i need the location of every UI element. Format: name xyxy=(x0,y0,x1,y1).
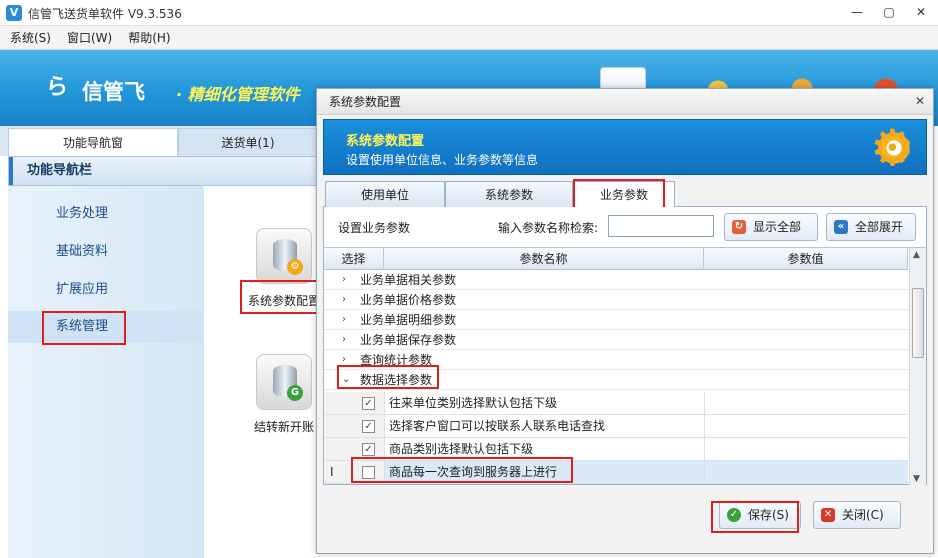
tab-function-nav[interactable]: 功能导航窗 xyxy=(8,128,178,156)
expand-arrow-icon[interactable]: › xyxy=(342,270,346,290)
expand-arrow-icon[interactable]: › xyxy=(342,310,346,330)
group-name: 业务单据保存参数 xyxy=(360,333,457,347)
menu-window[interactable]: 窗口(W) xyxy=(67,29,112,46)
app-window: V 信管飞送货单软件 V9.3.536 — ▢ ✕ 系统(S) 窗口(W) 帮助… xyxy=(0,0,938,558)
business-params-panel: 设置业务参数 输入参数名称检索: ↻ 显示全部 « 全部展开 选择 参数名称 参… xyxy=(323,207,927,485)
search-label: 输入参数名称检索: xyxy=(498,221,599,235)
expand-arrow-icon[interactable]: › xyxy=(342,330,346,350)
database-refresh-icon: G xyxy=(256,354,312,410)
dialog-footer: ✓ 保存(S) ✕ 关闭(C) xyxy=(323,489,927,545)
scroll-down-icon[interactable]: ▼ xyxy=(913,474,920,484)
sidebar-item-basic-data[interactable]: 基础资料 xyxy=(8,236,204,268)
param-checkbox[interactable]: ✓ xyxy=(362,420,375,433)
expand-arrow-icon[interactable]: › xyxy=(342,290,346,310)
brand-logo-icon: ら xyxy=(46,75,69,100)
param-name: 选择客户窗口可以按联系人联系电话查找 xyxy=(384,415,704,437)
menu-help[interactable]: 帮助(H) xyxy=(128,29,170,46)
highlight-system-params xyxy=(240,280,318,314)
param-checkbox[interactable]: ✓ xyxy=(362,443,375,456)
highlight-business-tab xyxy=(573,179,665,209)
group-name: 业务单据相关参数 xyxy=(360,273,457,287)
highlight-system-management xyxy=(42,311,126,345)
param-row[interactable]: ✓ 选择客户窗口可以按联系人联系电话查找 xyxy=(324,415,908,438)
minimize-button[interactable]: — xyxy=(848,4,866,20)
close-x-icon: ✕ xyxy=(821,508,835,522)
menu-bar: 系统(S) 窗口(W) 帮助(H) xyxy=(0,26,938,50)
show-all-icon: ↻ xyxy=(732,220,746,234)
sidebar-item-business[interactable]: 业务处理 xyxy=(8,198,204,230)
grid-scrollbar[interactable]: ▲ ▼ xyxy=(909,248,926,485)
sidebar-item-extensions[interactable]: 扩展应用 xyxy=(8,274,204,306)
system-params-dialog: 系统参数配置 ✕ 系统参数配置 设置使用单位信息、业务参数等信息 使用单位 系统… xyxy=(316,88,934,554)
scroll-thumb[interactable] xyxy=(912,288,924,358)
dialog-close-button[interactable]: ✕ 关闭(C) xyxy=(813,501,901,529)
highlight-save-button xyxy=(711,501,799,533)
window-title: 信管飞送货单软件 V9.3.536 xyxy=(28,7,182,21)
column-select[interactable]: 选择 xyxy=(324,248,384,270)
param-value[interactable] xyxy=(704,415,908,437)
tab-system-params[interactable]: 系统参数 xyxy=(445,181,573,207)
maximize-button[interactable]: ▢ xyxy=(880,4,898,20)
gear-icon xyxy=(870,118,916,178)
highlight-server-query-param xyxy=(351,457,573,483)
brand-name: 信管飞 xyxy=(82,80,145,104)
expand-all-icon: « xyxy=(834,220,848,234)
group-row[interactable]: › 业务单据价格参数 xyxy=(324,290,908,310)
group-row[interactable]: › 业务单据相关参数 xyxy=(324,270,908,290)
group-row[interactable]: › 业务单据保存参数 xyxy=(324,330,908,350)
grid-header: 选择 参数名称 参数值 xyxy=(324,248,908,270)
search-row: 设置业务参数 输入参数名称检索: ↻ 显示全部 « 全部展开 xyxy=(324,207,926,245)
dialog-header: 系统参数配置 设置使用单位信息、业务参数等信息 xyxy=(323,118,927,178)
menu-system[interactable]: 系统(S) xyxy=(10,29,51,46)
param-checkbox[interactable]: ✓ xyxy=(362,397,375,410)
dialog-close-icon[interactable]: ✕ xyxy=(915,94,925,108)
close-label: 关闭(C) xyxy=(842,508,884,522)
group-name: 业务单据明细参数 xyxy=(360,313,457,327)
column-param-value[interactable]: 参数值 xyxy=(704,248,908,270)
param-name: 往来单位类别选择默认包括下级 xyxy=(384,392,704,414)
scroll-up-icon[interactable]: ▲ xyxy=(913,250,920,260)
window-controls: — ▢ ✕ xyxy=(848,4,930,20)
search-input[interactable] xyxy=(608,215,714,237)
feature-carry-forward[interactable]: G 结转新开账 xyxy=(244,354,324,435)
brand-slogan: · 精细化管理软件 xyxy=(176,85,300,104)
nav-header: 功能导航栏 xyxy=(8,156,318,186)
title-bar: V 信管飞送货单软件 V9.3.536 — ▢ ✕ xyxy=(0,0,938,26)
show-all-label: 显示全部 xyxy=(753,220,802,234)
show-all-button[interactable]: ↻ 显示全部 xyxy=(724,213,818,241)
expand-all-label: 全部展开 xyxy=(855,220,904,234)
group-name: 业务单据价格参数 xyxy=(360,293,457,307)
tab-delivery-note[interactable]: 送货单(1) xyxy=(178,128,318,156)
app-logo-icon: V xyxy=(6,5,22,21)
highlight-data-select-group xyxy=(337,365,439,389)
tab-user-unit[interactable]: 使用单位 xyxy=(325,181,445,207)
close-button[interactable]: ✕ xyxy=(912,4,930,20)
param-value[interactable] xyxy=(704,461,908,483)
feature-label: 结转新开账 xyxy=(253,420,314,434)
group-row[interactable]: › 业务单据明细参数 xyxy=(324,310,908,330)
dialog-header-subtitle: 设置使用单位信息、业务参数等信息 xyxy=(346,153,539,167)
param-value[interactable] xyxy=(704,392,908,414)
expand-all-button[interactable]: « 全部展开 xyxy=(826,213,916,241)
function-area: ⚙ 系统参数配置 G 结转新开账 xyxy=(204,186,320,558)
dialog-title: 系统参数配置 xyxy=(317,89,933,115)
database-settings-icon: ⚙ xyxy=(256,228,312,284)
column-param-name[interactable]: 参数名称 xyxy=(384,248,704,270)
nav-tabs: 功能导航窗 送货单(1) xyxy=(0,126,318,156)
panel-title: 设置业务参数 xyxy=(338,221,411,235)
dialog-header-title: 系统参数配置 xyxy=(346,134,425,149)
text-cursor-icon: I xyxy=(330,465,334,479)
param-row[interactable]: ✓ 往来单位类别选择默认包括下级 xyxy=(324,392,908,415)
param-value[interactable] xyxy=(704,438,908,460)
sidebar: 业务处理 基础资料 扩展应用 系统管理 xyxy=(8,186,204,558)
